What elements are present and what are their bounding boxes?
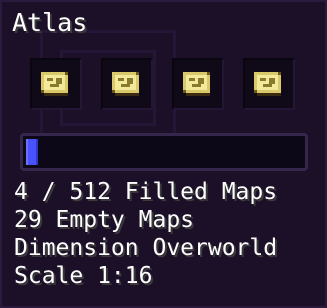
fill-progress-bar-fill — [26, 139, 38, 165]
empty-maps-text: 29 Empty Maps — [14, 207, 195, 233]
atlas-title: Atlas — [12, 8, 88, 37]
atlas-panel: Atlas 4 / 512 Filled Maps 29 Empty Maps … — [0, 0, 327, 308]
filled-maps-text: 4 / 512 Filled Maps — [14, 179, 278, 205]
map-slot-2[interactable] — [101, 58, 153, 110]
scale-text: Scale 1:16 — [14, 263, 153, 289]
map-slot-4[interactable] — [243, 58, 295, 110]
fill-progress-bar — [20, 133, 308, 171]
dimension-text: Dimension Overworld — [14, 235, 278, 261]
atlas-info: 4 / 512 Filled Maps 29 Empty Maps Dimens… — [14, 178, 277, 290]
map-slot-3[interactable] — [172, 58, 224, 110]
map-icon — [38, 66, 74, 102]
map-icon — [109, 66, 145, 102]
map-slot-1[interactable] — [30, 58, 82, 110]
map-icon — [251, 66, 287, 102]
map-icon — [180, 66, 216, 102]
map-slots — [30, 58, 295, 110]
